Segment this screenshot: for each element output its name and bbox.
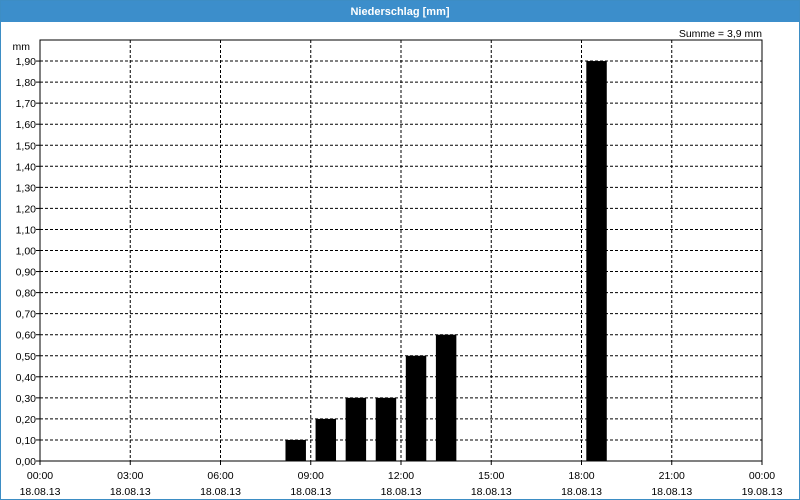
y-tick-label: 1,50 <box>16 140 37 152</box>
x-tick-label-date: 18.08.13 <box>651 486 692 498</box>
y-tick-label: 0,70 <box>16 309 37 321</box>
y-tick-label: 0,20 <box>16 414 37 426</box>
bar <box>345 397 367 461</box>
bar <box>285 439 306 461</box>
y-tick-label: 1,30 <box>16 182 37 194</box>
x-tick-label-time: 09:00 <box>298 470 324 482</box>
x-tick-label-date: 19.08.13 <box>742 486 783 498</box>
bar <box>405 355 427 461</box>
y-axis-label: mm <box>13 41 31 53</box>
x-tick-label-time: 18:00 <box>568 470 594 482</box>
y-tick-label: 1,90 <box>16 56 37 68</box>
x-tick-label-date: 18.08.13 <box>290 486 331 498</box>
x-tick-label-date: 18.08.13 <box>561 486 602 498</box>
x-tick-label-date: 18.08.13 <box>471 486 512 498</box>
x-tick-label-time: 15:00 <box>478 470 504 482</box>
y-tick-label: 0,30 <box>16 393 37 405</box>
y-tick-label: 0,40 <box>16 372 37 384</box>
x-tick-label-date: 18.08.13 <box>110 486 151 498</box>
x-tick-label-time: 03:00 <box>117 470 143 482</box>
x-tick-label-time: 21:00 <box>659 470 685 482</box>
bar <box>315 418 337 461</box>
y-tick-label: 1,20 <box>16 203 37 215</box>
x-tick-label-time: 06:00 <box>207 470 233 482</box>
x-tick-label-date: 18.08.13 <box>20 486 61 498</box>
y-tick-label: 1,80 <box>16 77 37 89</box>
chart-window: Niederschlag [mm] 0,00 0,10 0,20 0,30 0,40 0,… <box>0 0 800 500</box>
y-tick-label: 0,60 <box>16 330 37 342</box>
y-tick-label: 1,70 <box>16 98 37 110</box>
y-tick-label: 0,90 <box>16 267 37 279</box>
bar <box>586 61 607 462</box>
x-tick-label-time: 00:00 <box>749 470 775 482</box>
y-tick-label: 1,10 <box>16 224 37 236</box>
precipitation-chart: 0,00 0,10 0,20 0,30 0,40 0,50 0,60 0,70 0,80 0,90… <box>13 28 783 498</box>
y-tick-label: 1,00 <box>16 246 37 258</box>
bar <box>375 397 397 461</box>
y-tick-label: 1,60 <box>16 119 37 131</box>
y-tick-label: 0,50 <box>16 351 37 363</box>
bar <box>435 334 457 461</box>
sum-annotation: Summe = 3,9 mm <box>679 28 762 40</box>
x-tick-label-date: 18.08.13 <box>381 486 422 498</box>
x-tick-label-date: 18.08.13 <box>200 486 241 498</box>
y-tick-label: 0,10 <box>16 435 37 447</box>
x-tick-label-time: 12:00 <box>388 470 414 482</box>
y-tick-label: 0,80 <box>16 288 37 300</box>
x-tick-label-time: 00:00 <box>27 470 53 482</box>
y-tick-label: 1,40 <box>16 161 37 173</box>
y-tick-label: 0,00 <box>16 456 37 468</box>
